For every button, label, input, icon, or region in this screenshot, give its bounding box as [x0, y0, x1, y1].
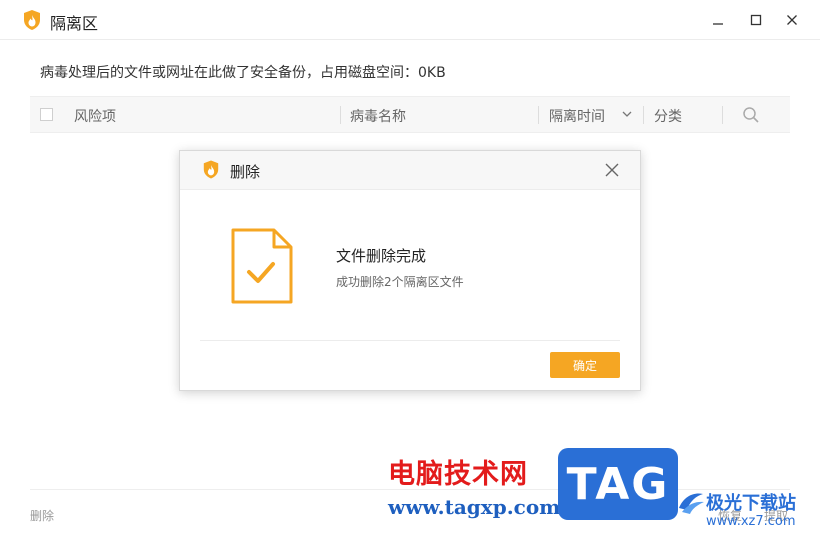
confirm-button[interactable]: 确定: [550, 352, 620, 378]
backup-info-text: 病毒处理后的文件或网址在此做了安全备份，占用磁盘空间：0KB: [40, 65, 446, 81]
watermark-brand-url: www.xz7.com: [706, 514, 796, 529]
close-icon: [787, 15, 797, 25]
column-separator: [722, 106, 723, 124]
watermark-tag-badge: TAG: [558, 448, 678, 520]
search-icon[interactable]: [742, 106, 760, 124]
shield-fire-icon: [24, 10, 40, 30]
delete-complete-dialog: 删除 文件删除完成 成功删除2个隔离区文件 确定: [179, 150, 641, 391]
table-header: 风险项 病毒名称 隔离时间 分类: [30, 96, 790, 133]
delete-button[interactable]: 删除: [30, 507, 54, 524]
dialog-title: 删除: [230, 163, 261, 181]
column-separator: [643, 106, 644, 124]
select-all-checkbox[interactable]: [40, 108, 53, 121]
minimize-button[interactable]: [706, 8, 730, 32]
watermark-site-url: www.tagxp.com: [388, 495, 561, 519]
column-quarantine-time[interactable]: 隔离时间: [549, 106, 605, 126]
column-category: 分类: [654, 109, 682, 125]
maximize-icon: [750, 14, 762, 26]
close-button[interactable]: [780, 8, 804, 32]
dialog-message: 文件删除完成: [336, 247, 427, 265]
chevron-down-icon[interactable]: [622, 109, 632, 119]
watermark-brand: 极光下载站: [706, 493, 796, 514]
column-separator: [538, 106, 539, 124]
shield-fire-icon: [203, 160, 219, 179]
close-icon[interactable]: [604, 162, 620, 178]
minimize-icon: [713, 23, 723, 25]
column-virus-name: 病毒名称: [350, 109, 406, 125]
window-title: 隔离区: [50, 14, 99, 33]
document-check-icon: [231, 228, 293, 304]
watermark-site-name: 电脑技术网: [388, 459, 528, 490]
maximize-button[interactable]: [744, 8, 768, 32]
dialog-sub-message: 成功删除2个隔离区文件: [336, 275, 464, 289]
title-bar: 隔离区: [0, 0, 820, 40]
aurora-logo-icon: [679, 493, 704, 514]
dialog-header: 删除: [180, 151, 640, 190]
dialog-divider: [200, 340, 620, 341]
column-risk-item: 风险项: [74, 109, 116, 125]
column-separator: [340, 106, 341, 124]
